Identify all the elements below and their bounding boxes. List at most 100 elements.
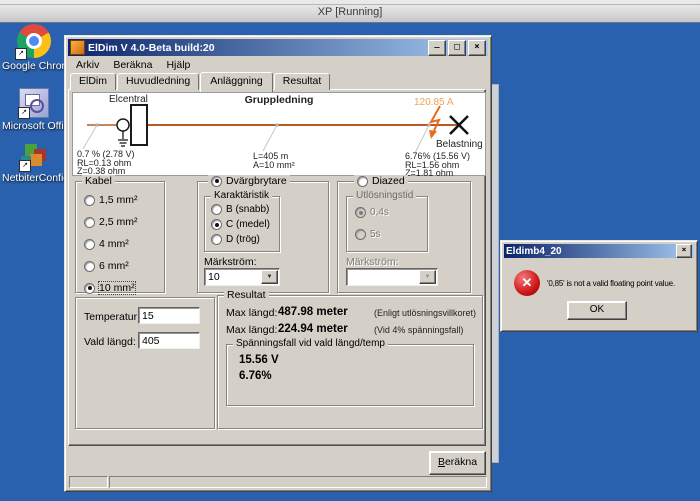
- window-title: ElDim V 4.0-Beta build:20: [88, 42, 428, 54]
- leader-line-left: [83, 125, 97, 149]
- radio-icon: [84, 195, 95, 206]
- tab-huvudledning[interactable]: Huvudledning: [117, 73, 199, 90]
- desktop-icon-label: Microsoft Office F...: [2, 121, 60, 132]
- radio-icon: [84, 283, 95, 294]
- markstrom-label-disabled: Märkström:: [346, 256, 399, 268]
- radio-c-medel[interactable]: C (medel): [211, 219, 270, 230]
- tab-resultat[interactable]: Resultat: [274, 73, 331, 90]
- dialog-title: Eldimb4_20: [506, 246, 676, 257]
- spanningsfall-percent: 6.76%: [239, 370, 272, 382]
- right-info-labels: 6.76% (15.56 V) RL=1.56 ohm Z=1.81 ohm: [405, 152, 470, 178]
- radio-label: 2,5 mm²: [99, 216, 138, 228]
- radio-d-trog[interactable]: D (trög): [211, 234, 260, 245]
- tab-strip: ElDim Huvudledning Anläggning Resultat: [70, 72, 331, 90]
- eldim-titlebar[interactable]: ElDim V 4.0-Beta build:20 _ □ ×: [68, 39, 488, 56]
- radio-10mm2[interactable]: 10 mm²: [84, 282, 135, 294]
- dvargbrytare-group: Dvärgbrytare Karaktäristik B (snabb) C (…: [197, 181, 329, 293]
- error-message: '0,85' is not a valid floating point val…: [547, 279, 675, 288]
- max-langd-label-1: Max längd:: [226, 307, 277, 319]
- status-cell-2: [109, 476, 487, 488]
- radio-icon: [211, 234, 222, 245]
- dropdown-arrow-icon: ▼: [419, 270, 436, 284]
- shortcut-arrow-icon: ↗: [19, 160, 31, 172]
- utlosningstid-caption: Utlösningstid: [353, 190, 416, 201]
- radio-label: 5s: [370, 229, 381, 240]
- radio-diazed[interactable]: Diazed: [354, 175, 408, 187]
- spanningsfall-caption: Spänningsfall vid vald längd/temp: [233, 338, 388, 349]
- close-button[interactable]: ×: [468, 40, 486, 56]
- radio-label: C (medel): [226, 219, 270, 230]
- temperatur-input[interactable]: [138, 307, 200, 324]
- vald-langd-label: Vald längd:: [84, 336, 136, 348]
- max-langd-label-2: Max längd:: [226, 324, 277, 336]
- radio-1-5mm2[interactable]: 1,5 mm²: [84, 194, 138, 206]
- dialog-titlebar[interactable]: Eldimb4_20 ×: [504, 244, 694, 258]
- radio-4mm2[interactable]: 4 mm²: [84, 238, 129, 250]
- max-langd-note-1: (Enligt utlösningsvillkoret): [374, 308, 476, 318]
- desktop-icon-label: NetbiterConfig: [2, 173, 69, 184]
- app-icon: [70, 40, 85, 55]
- berakna-rest: eräkna: [445, 456, 477, 468]
- left-info-labels: 0.7 % (2.78 V) RL=0.13 ohm Z=0.38 ohm: [77, 150, 135, 176]
- tab-eldim[interactable]: ElDim: [70, 73, 116, 90]
- temperatur-label: Temperatur:: [84, 311, 140, 323]
- kabel-group: Kabel 1,5 mm² 2,5 mm² 4 mm² 6 mm² 10 mm²: [75, 181, 165, 293]
- menu-hjalp[interactable]: Hjälp: [159, 57, 197, 73]
- vald-langd-input[interactable]: [138, 332, 200, 349]
- radio-icon: [84, 261, 95, 272]
- radio-label: D (trög): [226, 234, 260, 245]
- dropdown-arrow-icon[interactable]: ▼: [261, 270, 278, 284]
- karakteristik-caption: Karaktäristik: [211, 190, 272, 201]
- radio-label: B (snabb): [226, 204, 269, 215]
- radio-icon: [355, 207, 366, 218]
- tab-anlaggning[interactable]: Anläggning: [200, 72, 273, 92]
- radio-icon: [357, 176, 368, 187]
- desktop-icon-microsoft-office[interactable]: ↗ Microsoft Office F...: [2, 88, 66, 121]
- maximize-button[interactable]: □: [448, 40, 466, 56]
- radio-label: 4 mm²: [99, 238, 129, 250]
- radio-icon: [84, 239, 95, 250]
- markstrom-label: Märkström:: [204, 256, 257, 268]
- radio-04s: 0,4s: [355, 207, 389, 218]
- diagram-panel: Elcentral Gruppledning 120.85 A Belastni…: [72, 92, 486, 176]
- desktop-icon-netbiterconfig[interactable]: ↗ NetbiterConfig: [2, 144, 66, 173]
- host-titlebar[interactable]: XP [Running]: [0, 0, 700, 23]
- radio-5s: 5s: [355, 229, 381, 240]
- ok-button[interactable]: OK: [567, 301, 627, 320]
- markstrom-combobox-disabled: ▼: [346, 268, 438, 286]
- markstrom-combobox[interactable]: 10 ▼: [204, 268, 280, 286]
- leader-line-right: [415, 125, 429, 153]
- dialog-close-button[interactable]: ×: [676, 244, 692, 258]
- host-window-title: XP [Running]: [0, 6, 700, 18]
- shortcut-arrow-icon: ↗: [15, 48, 27, 60]
- desktop-icon-google-chrome[interactable]: ↗ Google Chrome: [2, 24, 66, 61]
- menu-berakna[interactable]: Beräkna: [106, 57, 159, 73]
- radio-label: 1,5 mm²: [99, 194, 138, 206]
- kabel-caption: Kabel: [82, 175, 115, 187]
- max-langd-note-2: (Vid 4% spänningsfall): [374, 325, 463, 335]
- eldim-window: ElDim V 4.0-Beta build:20 _ □ × Arkiv Be…: [64, 35, 492, 492]
- radio-b-snabb[interactable]: B (snabb): [211, 204, 269, 215]
- error-dialog: Eldimb4_20 × ✕ '0,85' is not a valid flo…: [500, 240, 698, 332]
- shortcut-arrow-icon: ↗: [18, 107, 30, 119]
- leader-line-mid: [263, 125, 277, 151]
- current-value-label: 120.85 A: [414, 97, 453, 108]
- spanningsfall-group: Spänningsfall vid vald längd/temp 15.56 …: [226, 344, 474, 406]
- menu-arkiv[interactable]: Arkiv: [69, 57, 106, 73]
- berakna-button[interactable]: Beräkna: [429, 451, 486, 475]
- radio-icon: [211, 219, 222, 230]
- radio-icon: [355, 229, 366, 240]
- status-cell-1: [69, 476, 108, 488]
- breaker-circle-icon: [117, 119, 129, 131]
- radio-label: 10 mm²: [99, 282, 135, 294]
- radio-dvargbrytare[interactable]: Dvärgbrytare: [208, 175, 290, 187]
- utlosningstid-group: Utlösningstid 0,4s 5s: [346, 196, 428, 252]
- radio-label: Diazed: [372, 175, 405, 187]
- max-langd-value-2: 224.94 meter: [278, 323, 348, 335]
- radio-2-5mm2[interactable]: 2,5 mm²: [84, 216, 138, 228]
- diazed-group: Diazed Utlösningstid 0,4s 5s Märkström: …: [337, 181, 471, 293]
- radio-6mm2[interactable]: 6 mm²: [84, 260, 129, 272]
- chrome-icon: ↗: [17, 24, 51, 58]
- lightning-bolt-icon: [431, 106, 440, 133]
- minimize-button[interactable]: _: [428, 40, 446, 56]
